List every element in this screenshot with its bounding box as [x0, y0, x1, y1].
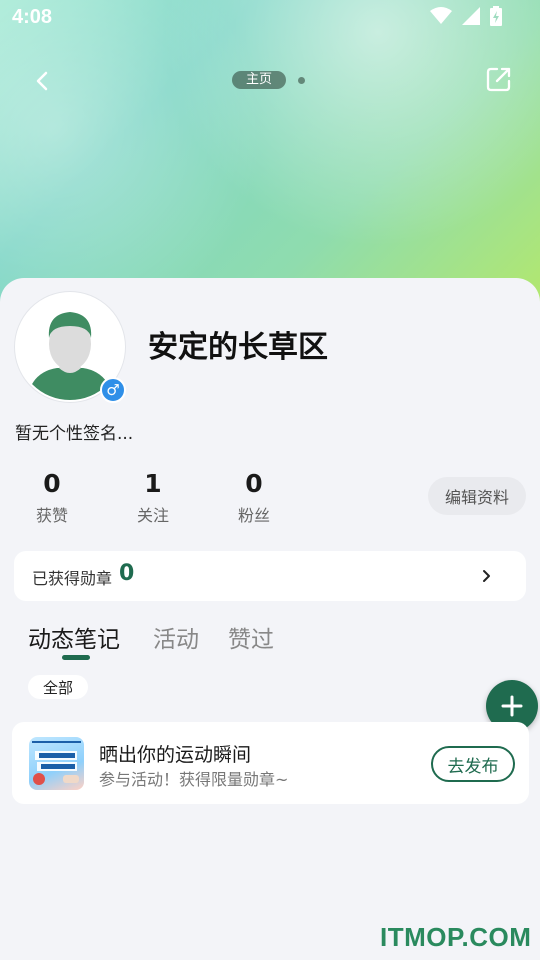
stat-followers-value: 0: [245, 469, 263, 498]
promo-title: 晒出你的运动瞬间: [99, 744, 252, 766]
stat-likes-label: 获赞: [35, 506, 68, 525]
status-bar: 4:08: [0, 0, 540, 36]
signature[interactable]: 暂无个性签名...: [15, 419, 133, 444]
publish-button[interactable]: 去发布: [431, 746, 515, 782]
tab-notes[interactable]: 动态笔记: [28, 620, 120, 654]
stat-followers-label: 粉丝: [237, 506, 270, 525]
stat-likes-value: 0: [43, 469, 61, 498]
status-icons: [430, 6, 502, 26]
watermark-logo: ITMOP.COM: [380, 922, 532, 952]
signal-icon: [462, 7, 480, 25]
username: 安定的长草区: [148, 330, 328, 365]
male-gender-icon: ♂: [100, 377, 126, 403]
page-indicator-dot[interactable]: [298, 76, 306, 84]
promo-subtitle: 参与活动！获得限量勋章~: [99, 770, 289, 789]
stat-likes[interactable]: 0 获赞: [12, 468, 92, 526]
avatar-container[interactable]: ♂: [15, 292, 126, 403]
tab-activities[interactable]: 活动: [153, 620, 199, 654]
stat-following-label: 关注: [136, 506, 169, 525]
edit-profile-button[interactable]: 编辑资料: [428, 477, 526, 515]
stat-following[interactable]: 1 关注: [113, 468, 193, 526]
profile-header-background: [0, 0, 540, 320]
promo-thumbnail: [29, 737, 84, 790]
plus-icon: [501, 695, 523, 717]
filter-chip-all[interactable]: 全部: [28, 675, 88, 699]
stat-following-value: 1: [144, 469, 162, 498]
page-indicator-active[interactable]: 主页: [232, 71, 287, 89]
page-indicator: 主页: [232, 71, 306, 89]
activity-promo-card[interactable]: 晒出你的运动瞬间 参与活动！获得限量勋章~ 去发布: [12, 722, 529, 804]
wifi-icon: [430, 7, 452, 24]
status-time: 4:08: [12, 6, 53, 28]
stat-followers[interactable]: 0 粉丝: [214, 468, 294, 526]
battery-icon: [490, 6, 502, 26]
chevron-right-icon: [483, 570, 490, 582]
badges-label: 已获得勋章: [32, 569, 113, 588]
tab-liked[interactable]: 赞过: [228, 620, 274, 654]
share-icon[interactable]: [484, 64, 514, 94]
badges-row[interactable]: 已获得勋章 0: [14, 551, 526, 601]
top-nav-bar: 主页: [0, 60, 540, 102]
sports-promo-image-icon: [32, 741, 81, 785]
badges-count: 0: [119, 561, 135, 586]
active-tab-indicator: [62, 655, 90, 660]
back-icon[interactable]: [28, 66, 58, 96]
